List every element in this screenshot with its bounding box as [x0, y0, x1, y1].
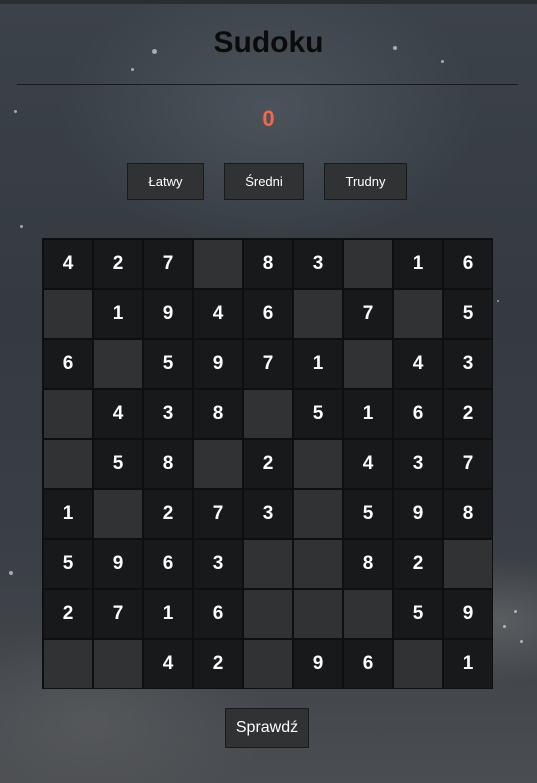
sudoku-cell[interactable]: 1	[393, 239, 443, 289]
sudoku-cell[interactable]: 7	[343, 289, 393, 339]
sudoku-cell[interactable]: 4	[193, 289, 243, 339]
sudoku-cell[interactable]: 6	[193, 589, 243, 639]
sudoku-cell-empty[interactable]	[293, 289, 343, 339]
sudoku-cell[interactable]: 1	[293, 339, 343, 389]
sudoku-board: 4278316194675659714343851625824371273598…	[42, 238, 493, 689]
sudoku-cell[interactable]: 5	[143, 339, 193, 389]
sudoku-cell[interactable]: 6	[443, 239, 493, 289]
sudoku-cell-empty[interactable]	[243, 589, 293, 639]
sudoku-cell[interactable]: 8	[193, 389, 243, 439]
sudoku-cell[interactable]: 3	[293, 239, 343, 289]
sudoku-cell[interactable]: 6	[43, 339, 93, 389]
hard-button[interactable]: Trudny	[324, 163, 407, 200]
sudoku-cell-empty[interactable]	[243, 539, 293, 589]
top-bar	[0, 0, 537, 4]
sudoku-cell-empty[interactable]	[93, 639, 143, 689]
sudoku-cell[interactable]: 5	[343, 489, 393, 539]
sudoku-cell[interactable]: 9	[193, 339, 243, 389]
sudoku-cell-empty[interactable]	[293, 539, 343, 589]
sudoku-cell-empty[interactable]	[93, 489, 143, 539]
sudoku-cell[interactable]: 9	[443, 589, 493, 639]
sudoku-cell[interactable]: 7	[93, 589, 143, 639]
sudoku-cell[interactable]: 8	[443, 489, 493, 539]
sudoku-cell-empty[interactable]	[43, 289, 93, 339]
sudoku-cell[interactable]: 7	[193, 489, 243, 539]
sudoku-cell-empty[interactable]	[43, 639, 93, 689]
sudoku-cell-empty[interactable]	[293, 489, 343, 539]
sudoku-cell-empty[interactable]	[343, 239, 393, 289]
sudoku-cell[interactable]: 6	[393, 389, 443, 439]
easy-button[interactable]: Łatwy	[127, 163, 204, 200]
sudoku-cell[interactable]: 3	[193, 539, 243, 589]
sudoku-cell[interactable]: 9	[143, 289, 193, 339]
sudoku-cell[interactable]: 2	[93, 239, 143, 289]
sudoku-cell[interactable]: 5	[43, 539, 93, 589]
sudoku-cell-empty[interactable]	[443, 539, 493, 589]
sudoku-cell[interactable]: 8	[243, 239, 293, 289]
sudoku-cell-empty[interactable]	[393, 289, 443, 339]
score-display: 0	[262, 106, 275, 131]
sudoku-cell-empty[interactable]	[193, 239, 243, 289]
sudoku-cell[interactable]: 2	[143, 489, 193, 539]
sudoku-cell[interactable]: 1	[143, 589, 193, 639]
sudoku-cell[interactable]: 5	[443, 289, 493, 339]
sudoku-cell[interactable]: 1	[343, 389, 393, 439]
sudoku-cell-empty[interactable]	[293, 439, 343, 489]
sudoku-cell[interactable]: 2	[443, 389, 493, 439]
sudoku-cell-empty[interactable]	[243, 389, 293, 439]
sudoku-cell-empty[interactable]	[293, 589, 343, 639]
sudoku-cell[interactable]: 6	[243, 289, 293, 339]
sudoku-cell-empty[interactable]	[243, 639, 293, 689]
sudoku-cell[interactable]: 7	[143, 239, 193, 289]
sudoku-cell[interactable]: 6	[343, 639, 393, 689]
sudoku-cell[interactable]: 8	[343, 539, 393, 589]
sudoku-cell[interactable]: 1	[443, 639, 493, 689]
sudoku-cell[interactable]: 4	[93, 389, 143, 439]
sudoku-cell-empty[interactable]	[93, 339, 143, 389]
sudoku-cell-empty[interactable]	[393, 639, 443, 689]
sudoku-cell[interactable]: 8	[143, 439, 193, 489]
sudoku-cell-empty[interactable]	[343, 339, 393, 389]
sudoku-cell[interactable]: 3	[243, 489, 293, 539]
sudoku-cell[interactable]: 4	[143, 639, 193, 689]
sudoku-cell[interactable]: 9	[93, 539, 143, 589]
check-button[interactable]: Sprawdź	[225, 708, 309, 748]
sudoku-cell[interactable]: 2	[243, 439, 293, 489]
sudoku-cell-empty[interactable]	[43, 389, 93, 439]
sudoku-cell[interactable]: 6	[143, 539, 193, 589]
page-title: Sudoku	[213, 26, 324, 59]
sudoku-cell[interactable]: 7	[443, 439, 493, 489]
sudoku-cell[interactable]: 1	[93, 289, 143, 339]
sudoku-cell[interactable]: 7	[243, 339, 293, 389]
medium-button[interactable]: Średni	[224, 163, 304, 200]
sudoku-cell[interactable]: 3	[393, 439, 443, 489]
sudoku-cell[interactable]: 2	[193, 639, 243, 689]
sudoku-cell[interactable]: 3	[443, 339, 493, 389]
sudoku-cell[interactable]: 3	[143, 389, 193, 439]
sudoku-cell[interactable]: 5	[393, 589, 443, 639]
sudoku-cell[interactable]: 2	[43, 589, 93, 639]
sudoku-cell[interactable]: 5	[93, 439, 143, 489]
sudoku-cell[interactable]: 4	[343, 439, 393, 489]
sudoku-cell-empty[interactable]	[43, 439, 93, 489]
sudoku-cell[interactable]: 9	[393, 489, 443, 539]
sudoku-cell[interactable]: 4	[43, 239, 93, 289]
sudoku-cell[interactable]: 5	[293, 389, 343, 439]
sudoku-cell[interactable]: 1	[43, 489, 93, 539]
sudoku-cell[interactable]: 4	[393, 339, 443, 389]
sudoku-cell[interactable]: 2	[393, 539, 443, 589]
sudoku-cell-empty[interactable]	[193, 439, 243, 489]
title-divider	[17, 84, 518, 85]
sudoku-cell-empty[interactable]	[343, 589, 393, 639]
sudoku-cell[interactable]: 9	[293, 639, 343, 689]
